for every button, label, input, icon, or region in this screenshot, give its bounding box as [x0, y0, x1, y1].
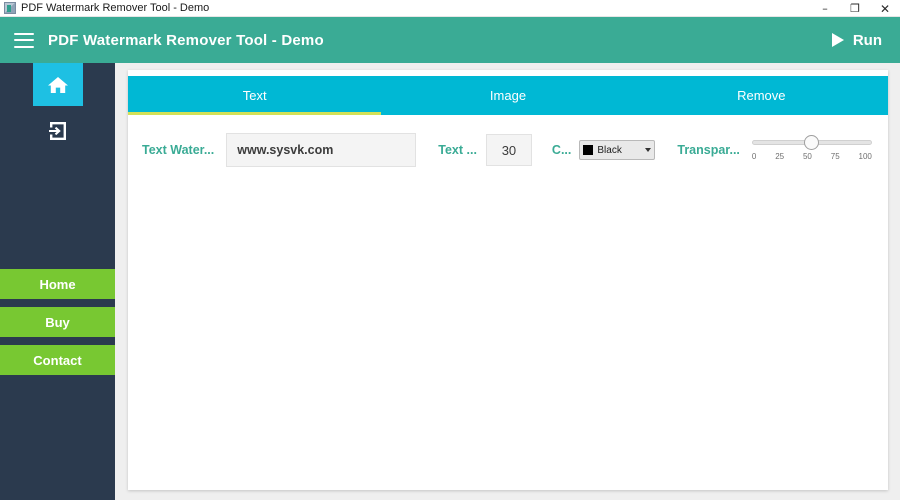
slider-thumb[interactable]	[803, 135, 819, 150]
font-size-label: Text ...	[438, 143, 477, 157]
color-label: C...	[551, 143, 572, 157]
hamburger-bar	[14, 45, 34, 48]
run-button[interactable]: Run	[828, 17, 886, 63]
maximize-button[interactable]: ❐	[840, 0, 870, 17]
chevron-down-icon	[645, 148, 652, 152]
font-size-input[interactable]: 30	[485, 134, 532, 166]
tab-label: Image	[489, 88, 527, 103]
font-size-value: 30	[501, 142, 517, 158]
transparency-slider[interactable]: 0 25 50 75 100	[751, 133, 872, 167]
sidebar-button-home[interactable]: Home	[0, 269, 115, 299]
tab-bar: Text Image Remove	[128, 76, 888, 115]
color-value: Black	[597, 144, 622, 156]
exit-icon	[49, 122, 66, 140]
run-button-label: Run	[852, 31, 882, 49]
watermark-text-value: www.sysvk.com	[237, 143, 334, 157]
tab-text[interactable]: Text	[128, 76, 382, 115]
content-panel: Text Image Remove Text Water... www.sysv…	[128, 70, 888, 490]
sidebar-button-label: Home	[39, 276, 76, 292]
tab-image[interactable]: Image	[381, 76, 634, 115]
slider-tick-labels: 0 25 50 75 100	[752, 152, 872, 161]
minimize-button[interactable]: –	[810, 0, 840, 17]
sidebar-button-label: Buy	[45, 314, 70, 330]
app-title: PDF Watermark Remover Tool - Demo	[48, 31, 324, 49]
watermark-settings-row: Text Water... www.sysvk.com Text ... 30 …	[128, 128, 888, 172]
home-icon	[48, 76, 68, 93]
slider-tick: 0	[751, 152, 757, 161]
tab-remove[interactable]: Remove	[635, 76, 888, 115]
watermark-text-input[interactable]: www.sysvk.com	[226, 133, 417, 167]
hamburger-bar	[14, 32, 34, 35]
color-select[interactable]: Black	[579, 140, 656, 160]
color-swatch	[583, 145, 594, 155]
slider-tick: 50	[802, 152, 812, 161]
sidebar-item-home[interactable]	[33, 63, 83, 106]
play-icon	[831, 33, 844, 47]
application-window: PDF Watermark Remover Tool - Demo – ❐ ✕ …	[0, 0, 900, 500]
sidebar-item-exit[interactable]	[33, 111, 83, 151]
sidebar: Home Buy Contact	[0, 63, 115, 500]
app-icon	[4, 2, 16, 14]
sidebar-button-contact[interactable]: Contact	[0, 345, 115, 375]
close-button[interactable]: ✕	[870, 0, 900, 17]
slider-tick: 25	[775, 152, 785, 161]
hamburger-bar	[14, 39, 34, 41]
title-bar: PDF Watermark Remover Tool - Demo – ❐ ✕	[0, 0, 900, 17]
window-title: PDF Watermark Remover Tool - Demo	[21, 1, 210, 14]
tab-label: Remove	[737, 88, 786, 103]
transparency-label: Transpar...	[677, 143, 740, 157]
slider-tick: 75	[830, 152, 840, 161]
slider-tick: 100	[858, 152, 872, 161]
window-controls: – ❐ ✕	[810, 0, 900, 17]
watermark-text-label: Text Water...	[142, 143, 215, 157]
sidebar-button-buy[interactable]: Buy	[0, 307, 115, 337]
tab-label: Text	[242, 88, 267, 103]
app-header: PDF Watermark Remover Tool - Demo Run	[0, 17, 900, 63]
hamburger-icon[interactable]	[14, 32, 34, 48]
sidebar-button-label: Contact	[33, 352, 82, 368]
